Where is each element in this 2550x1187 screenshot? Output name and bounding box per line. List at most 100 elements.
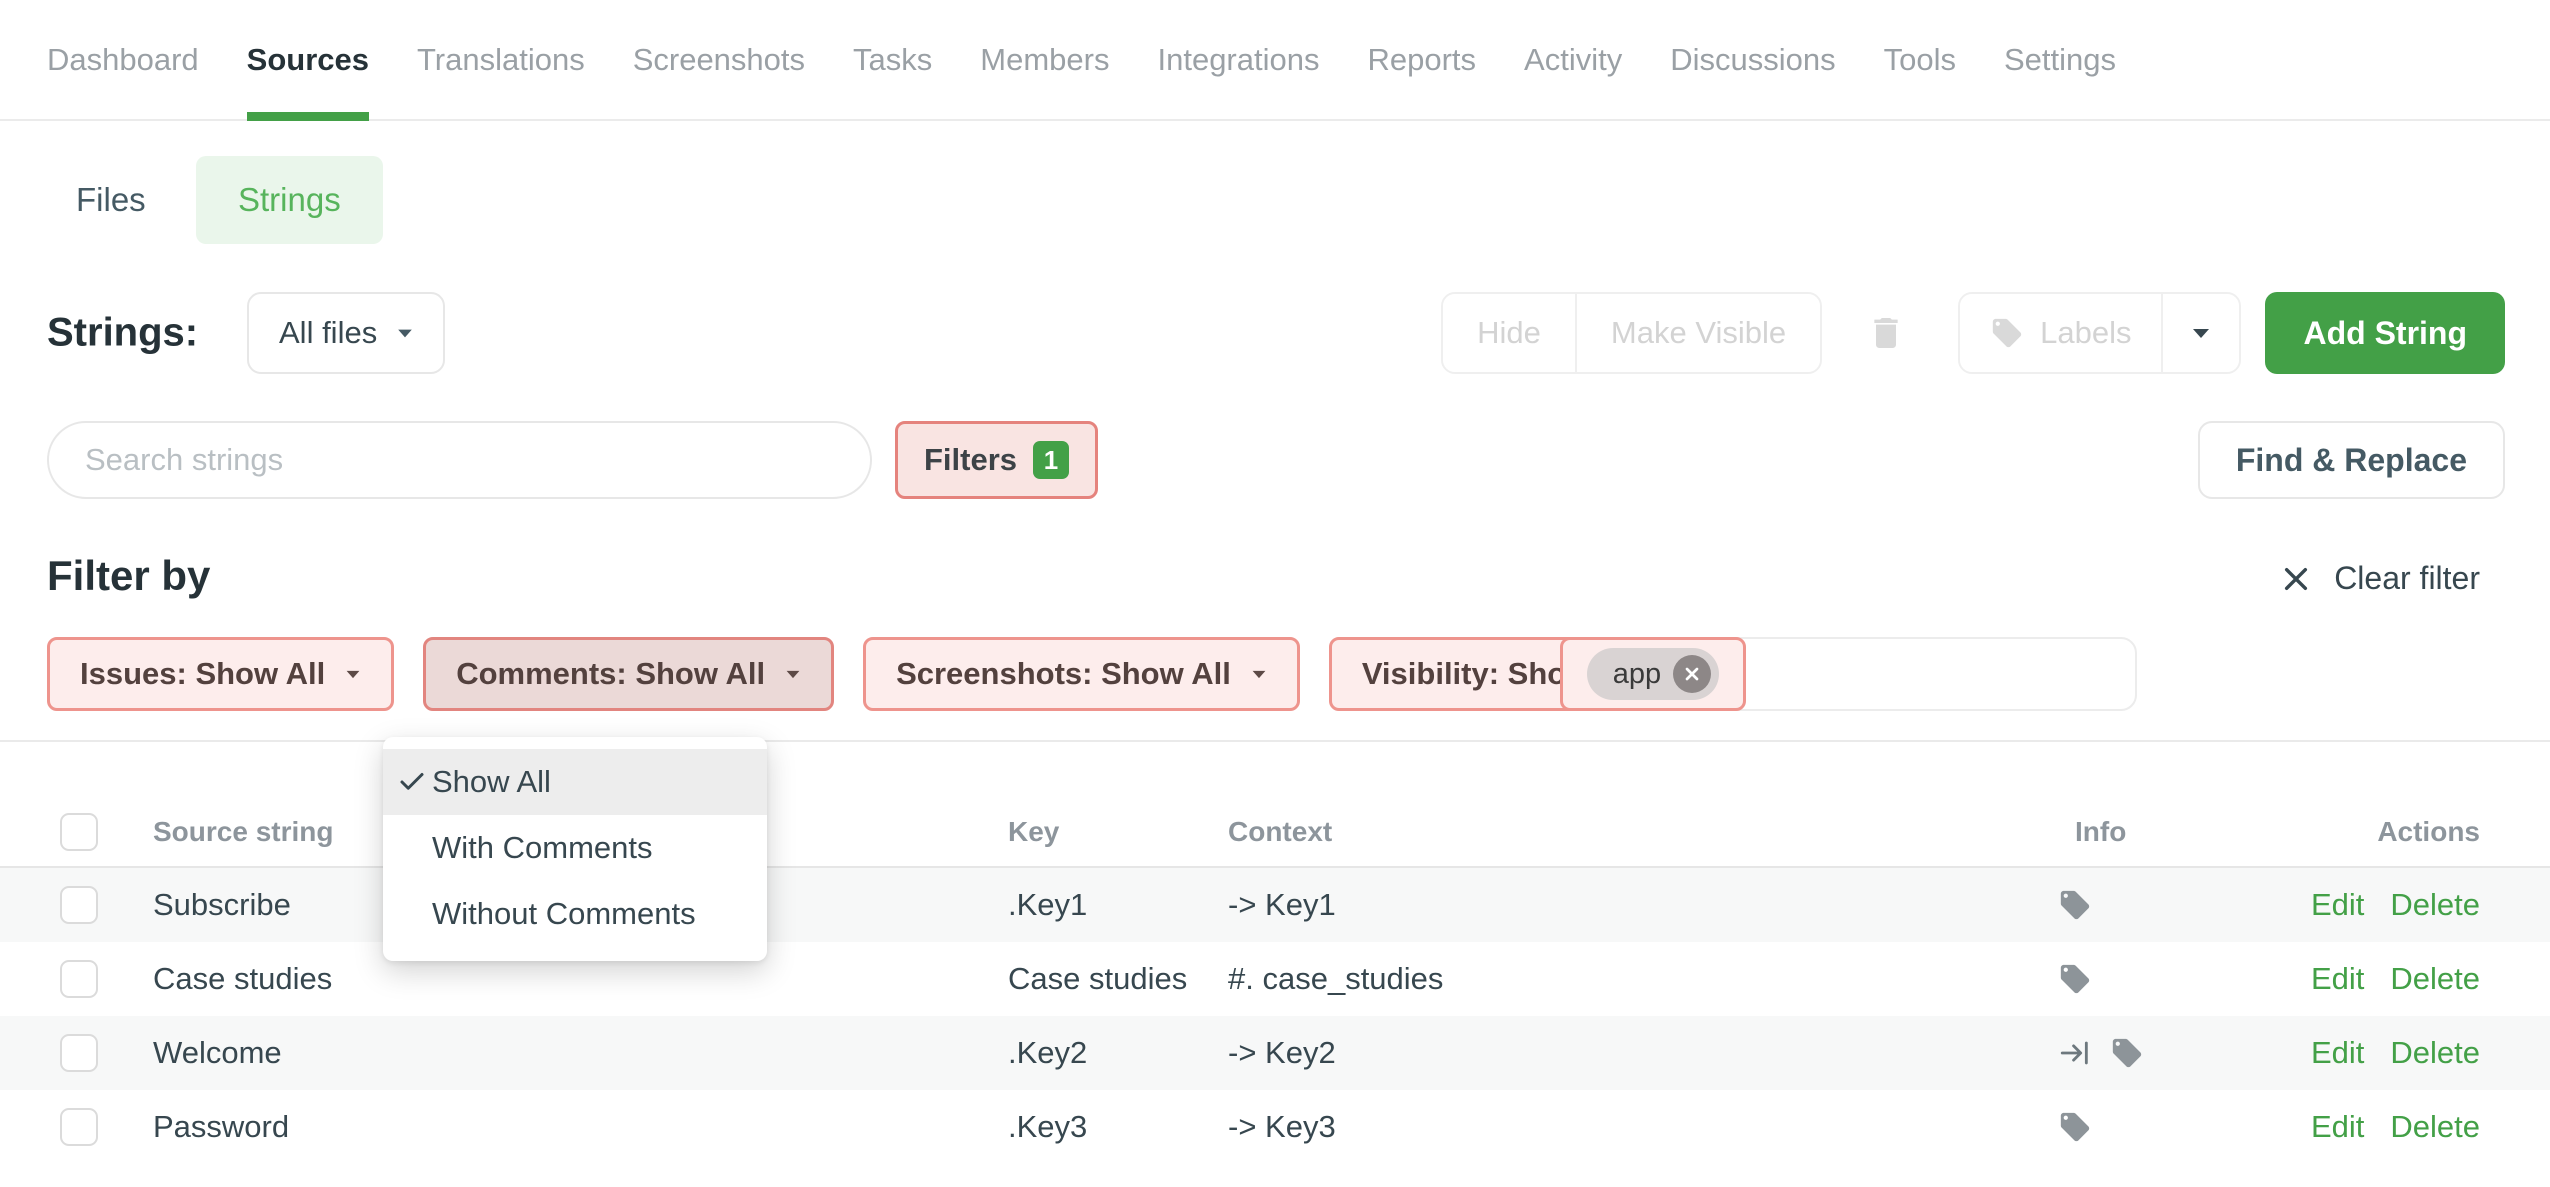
menu-item-with-comments[interactable]: With Comments (383, 815, 767, 881)
filter-issues-dropdown[interactable]: Issues: Show All (47, 637, 394, 711)
filters-count-badge: 1 (1033, 441, 1069, 479)
tag-icon (2058, 1110, 2092, 1144)
menu-item-label: Without Comments (432, 896, 696, 932)
row-checkbox[interactable] (60, 886, 98, 924)
row-source-string: Case studies (153, 961, 332, 997)
labels-filter-input[interactable]: app (1560, 637, 2137, 711)
delete-link[interactable]: Delete (2390, 1035, 2480, 1071)
hide-button[interactable]: Hide (1443, 294, 1575, 372)
edit-link[interactable]: Edit (2311, 1035, 2364, 1071)
tag-icon (1990, 316, 2024, 350)
label-chip: app (1587, 648, 1719, 700)
delete-link[interactable]: Delete (2390, 1109, 2480, 1145)
menu-item-label: With Comments (432, 830, 652, 866)
row-info (2058, 888, 2092, 922)
find-replace-button[interactable]: Find & Replace (2198, 421, 2505, 499)
search-input[interactable] (47, 421, 872, 499)
tab-files[interactable]: Files (76, 156, 146, 244)
labels-split-button: Labels (1958, 292, 2241, 374)
row-info (2058, 1110, 2092, 1144)
row-checkbox[interactable] (60, 1034, 98, 1072)
delete-link[interactable]: Delete (2390, 887, 2480, 923)
clear-filter-button[interactable]: Clear filter (2280, 560, 2480, 597)
row-checkbox[interactable] (60, 1108, 98, 1146)
top-navigation: Dashboard Sources Translations Screensho… (0, 0, 2550, 121)
strings-toolbar: Strings: All files Hide Make Visible L (47, 292, 2505, 374)
header-source-string: Source string (153, 816, 333, 848)
nav-tools[interactable]: Tools (1884, 0, 1956, 119)
chevron-down-icon (1252, 670, 1265, 677)
nav-translations[interactable]: Translations (417, 0, 585, 119)
row-key: Case studies (1008, 961, 1187, 997)
row-info (2058, 1036, 2144, 1070)
filter-comments-dropdown[interactable]: Comments: Show All (423, 637, 834, 711)
label-chip-text: app (1613, 658, 1661, 691)
nav-sources[interactable]: Sources (247, 0, 369, 119)
header-context: Context (1228, 816, 1332, 848)
row-checkbox[interactable] (60, 960, 98, 998)
chevron-down-icon (398, 329, 412, 337)
menu-item-label: Show All (432, 764, 551, 800)
chevron-down-icon (347, 670, 360, 677)
row-info (2058, 962, 2092, 996)
nav-tasks[interactable]: Tasks (853, 0, 932, 119)
delete-strings-button[interactable] (1866, 313, 1906, 353)
label-chip-container: app (1560, 637, 1746, 711)
nav-screenshots[interactable]: Screenshots (633, 0, 805, 119)
filter-screenshots-dropdown[interactable]: Screenshots: Show All (863, 637, 1300, 711)
filter-pills-row: Issues: Show All Comments: Show All Scre… (47, 637, 1706, 711)
nav-integrations[interactable]: Integrations (1157, 0, 1319, 119)
filters-button-label: Filters (924, 442, 1017, 478)
row-key: .Key1 (1008, 887, 1087, 923)
row-context: -> Key2 (1228, 1035, 1336, 1071)
edit-link[interactable]: Edit (2311, 1109, 2364, 1145)
filter-screenshots-label: Screenshots: Show All (896, 656, 1231, 692)
menu-item-without-comments[interactable]: Without Comments (383, 881, 767, 947)
trash-icon (1866, 313, 1906, 353)
chevron-down-icon (787, 670, 800, 677)
tag-icon (2058, 962, 2092, 996)
remove-label-button[interactable] (1673, 655, 1711, 693)
add-string-button[interactable]: Add String (2265, 292, 2505, 374)
header-key: Key (1008, 816, 1059, 848)
row-context: -> Key3 (1228, 1109, 1336, 1145)
filter-panel-title: Filter by (47, 552, 210, 600)
row-source-string: Password (153, 1109, 289, 1145)
table-row: Welcome .Key2 -> Key2 Edit Delete (0, 1016, 2550, 1090)
edit-link[interactable]: Edit (2311, 887, 2364, 923)
labels-dropdown-toggle[interactable] (2161, 294, 2239, 372)
header-info: Info (2075, 816, 2126, 848)
tag-icon (2058, 888, 2092, 922)
file-filter-dropdown[interactable]: All files (247, 292, 445, 374)
clear-filter-label: Clear filter (2334, 560, 2480, 597)
row-context: #. case_studies (1228, 961, 1443, 997)
filter-issues-label: Issues: Show All (80, 656, 325, 692)
nav-members[interactable]: Members (980, 0, 1109, 119)
nav-dashboard[interactable]: Dashboard (47, 0, 199, 119)
search-row: Filters 1 Find & Replace (47, 421, 2505, 499)
row-context: -> Key1 (1228, 887, 1336, 923)
nav-settings[interactable]: Settings (2004, 0, 2116, 119)
max-length-icon (2058, 1036, 2092, 1070)
labels-button[interactable]: Labels (1960, 294, 2161, 372)
row-key: .Key2 (1008, 1035, 1087, 1071)
filters-button[interactable]: Filters 1 (895, 421, 1098, 499)
table-row: Password .Key3 -> Key3 Edit Delete (0, 1090, 2550, 1164)
comments-filter-menu: Show All With Comments Without Comments (383, 737, 767, 961)
strings-page: Dashboard Sources Translations Screensho… (0, 0, 2550, 1187)
menu-item-show-all[interactable]: Show All (383, 749, 767, 815)
row-key: .Key3 (1008, 1109, 1087, 1145)
labels-button-label: Labels (2040, 315, 2131, 351)
page-title: Strings: (47, 311, 198, 356)
nav-reports[interactable]: Reports (1367, 0, 1476, 119)
chevron-down-icon (2193, 329, 2209, 338)
tab-strings[interactable]: Strings (196, 156, 383, 244)
filter-comments-label: Comments: Show All (456, 656, 765, 692)
nav-discussions[interactable]: Discussions (1670, 0, 1835, 119)
nav-activity[interactable]: Activity (1524, 0, 1622, 119)
edit-link[interactable]: Edit (2311, 961, 2364, 997)
row-source-string: Welcome (153, 1035, 282, 1071)
delete-link[interactable]: Delete (2390, 961, 2480, 997)
select-all-checkbox[interactable] (60, 813, 98, 851)
make-visible-button[interactable]: Make Visible (1575, 294, 1820, 372)
